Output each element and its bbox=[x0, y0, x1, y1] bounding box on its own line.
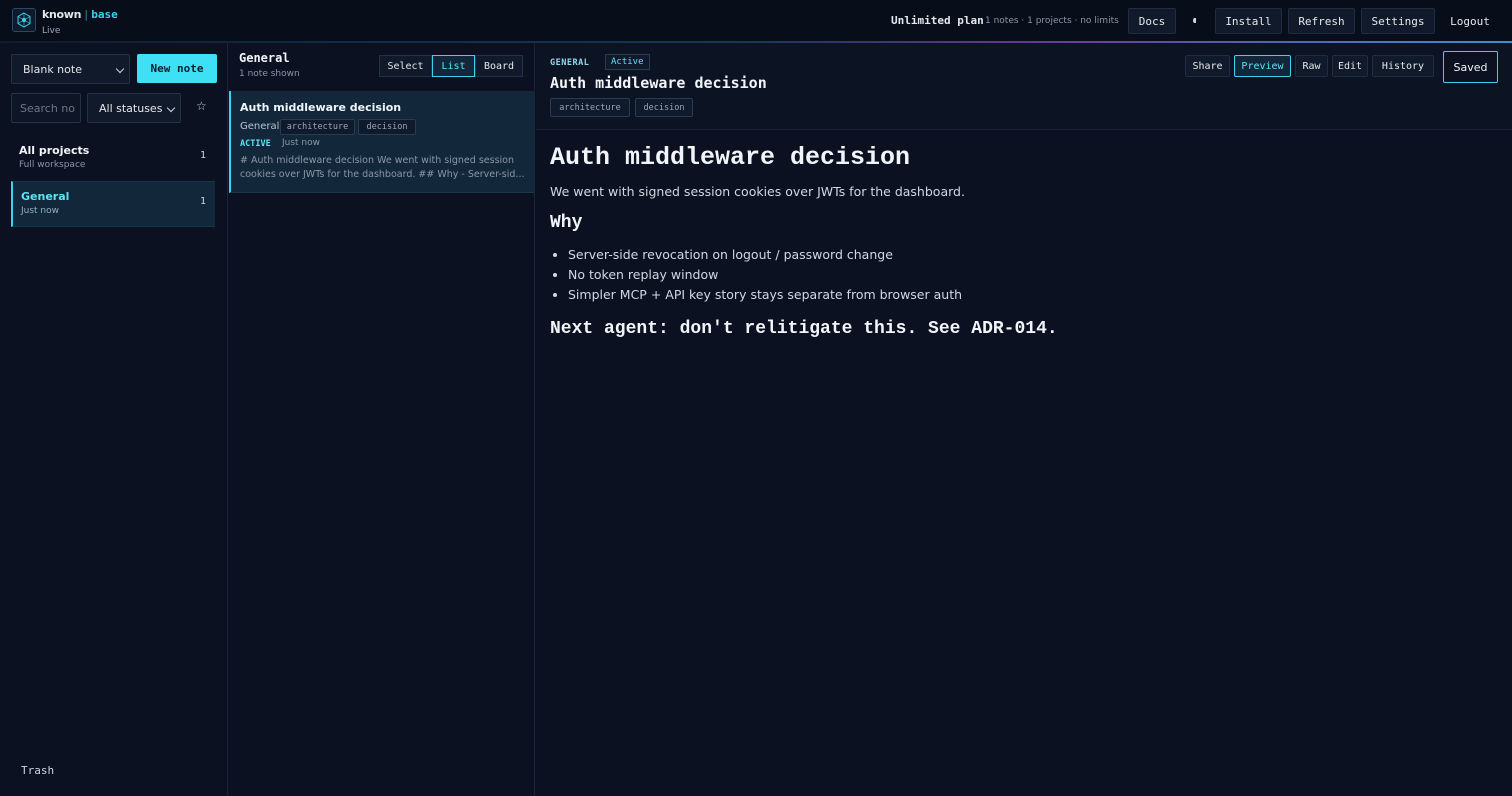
plan-meta: 1 notes · 1 projects · no limits bbox=[985, 16, 1119, 26]
share-button[interactable]: Share bbox=[1185, 55, 1230, 77]
note-project-label: GENERAL bbox=[550, 58, 590, 68]
note-list-panel: General 1 note shown Select List Board A… bbox=[229, 43, 535, 796]
note-project: General bbox=[240, 121, 280, 132]
body-heading-1: Auth middleware decision bbox=[550, 143, 911, 172]
brand-name: known | base bbox=[42, 8, 118, 21]
list-item: No token replay window bbox=[568, 265, 1490, 285]
sidebar: Blank note New note All statuses ☆ All p… bbox=[0, 43, 228, 796]
trash-link[interactable]: Trash bbox=[21, 764, 54, 777]
history-button[interactable]: History bbox=[1372, 55, 1434, 77]
note-time: Just now bbox=[282, 138, 321, 148]
project-item-all[interactable]: All projects Full workspace 1 bbox=[11, 136, 215, 182]
status-badge[interactable]: Active bbox=[605, 54, 650, 70]
project-count: 1 bbox=[199, 196, 206, 207]
preview-button[interactable]: Preview bbox=[1234, 55, 1291, 77]
note-title: Auth middleware decision bbox=[550, 74, 767, 92]
logout-button[interactable]: Logout bbox=[1441, 8, 1499, 34]
docs-button[interactable]: Docs bbox=[1128, 8, 1176, 34]
template-select-value: Blank note bbox=[23, 62, 82, 76]
list-item: Simpler MCP + API key story stays separa… bbox=[568, 285, 1490, 305]
star-icon[interactable]: ☆ bbox=[196, 99, 207, 113]
plan-label: Unlimited plan bbox=[891, 14, 984, 27]
project-sub: Just now bbox=[21, 206, 60, 216]
status-filter-select[interactable]: All statuses bbox=[87, 93, 181, 123]
project-item-general[interactable]: General Just now 1 bbox=[11, 181, 215, 227]
mode-list-button[interactable]: List bbox=[432, 55, 475, 77]
body-heading-2: Why bbox=[550, 213, 583, 233]
mode-board-button[interactable]: Board bbox=[475, 55, 523, 77]
project-name: General bbox=[21, 190, 70, 203]
search-input[interactable] bbox=[11, 93, 81, 123]
list-item[interactable]: Auth middleware decision General archite… bbox=[229, 91, 534, 193]
status-filter-value: All statuses bbox=[99, 101, 163, 115]
settings-button[interactable]: Settings bbox=[1361, 8, 1435, 34]
note-tag[interactable]: decision bbox=[635, 98, 693, 117]
list-item: Server-side revocation on logout / passw… bbox=[568, 245, 1490, 265]
install-button[interactable]: Install bbox=[1215, 8, 1282, 34]
new-note-button[interactable]: New note bbox=[137, 54, 217, 83]
note-tag[interactable]: architecture bbox=[280, 119, 355, 135]
refresh-button[interactable]: Refresh bbox=[1288, 8, 1355, 34]
connection-status: Live bbox=[42, 26, 61, 36]
theme-toggle-icon[interactable] bbox=[1193, 18, 1196, 23]
note-tag[interactable]: architecture bbox=[550, 98, 630, 117]
project-name: All projects bbox=[19, 144, 90, 157]
chevron-down-icon bbox=[166, 103, 176, 113]
body-heading-3: Next agent: don't relitigate this. See A… bbox=[550, 319, 1058, 339]
body-list: Server-side revocation on logout / passw… bbox=[550, 245, 1490, 305]
top-bar: known | base Live Unlimited plan 1 notes ·… bbox=[0, 0, 1512, 42]
note-detail-header: GENERAL Active Auth middleware decision … bbox=[536, 43, 1512, 130]
logo-icon[interactable] bbox=[12, 8, 36, 32]
raw-button[interactable]: Raw bbox=[1295, 55, 1328, 77]
note-excerpt: # Auth middleware decision We went with … bbox=[240, 155, 525, 180]
list-count: 1 note shown bbox=[239, 69, 300, 79]
note-status: ACTIVE bbox=[240, 139, 271, 149]
project-sub: Full workspace bbox=[19, 160, 86, 170]
note-tag[interactable]: decision bbox=[358, 119, 416, 135]
mode-select-button[interactable]: Select bbox=[379, 55, 432, 77]
chevron-down-icon bbox=[115, 64, 125, 74]
note-title: Auth middleware decision bbox=[240, 101, 402, 114]
template-select[interactable]: Blank note bbox=[11, 54, 130, 84]
list-title: General bbox=[239, 51, 290, 65]
note-detail-panel: GENERAL Active Auth middleware decision … bbox=[536, 43, 1512, 796]
save-status-button[interactable]: Saved bbox=[1443, 51, 1498, 83]
body-paragraph: We went with signed session cookies over… bbox=[550, 184, 965, 199]
project-count: 1 bbox=[199, 150, 206, 161]
edit-button[interactable]: Edit bbox=[1332, 55, 1368, 77]
note-body: Auth middleware decision We went with si… bbox=[550, 143, 1490, 339]
